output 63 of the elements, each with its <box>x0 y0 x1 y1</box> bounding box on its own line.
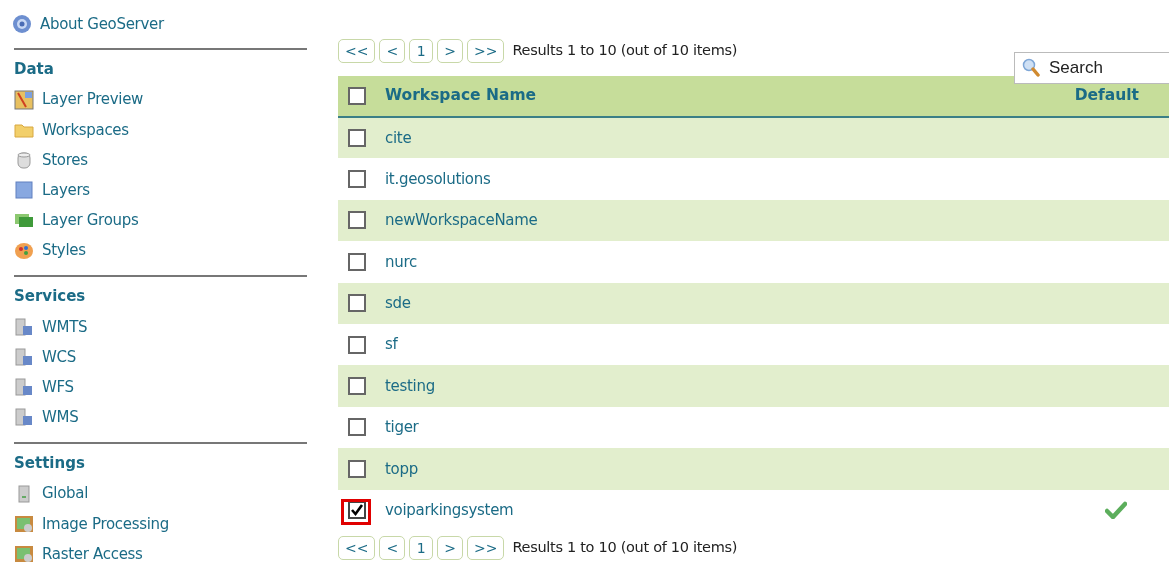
pager-button[interactable]: 1 <box>409 535 434 560</box>
workspace-link[interactable]: nurc <box>385 252 417 271</box>
pager-button[interactable]: << <box>338 535 376 560</box>
workspace-link[interactable]: newWorkspaceName <box>385 211 538 230</box>
checkbox[interactable] <box>348 87 366 105</box>
pager-button[interactable]: > <box>437 535 463 560</box>
search-field[interactable]: Search <box>1014 52 1169 84</box>
section-heading: Data <box>14 60 55 78</box>
help-icon <box>12 14 32 34</box>
image-icon <box>14 513 34 534</box>
pager-button[interactable]: < <box>379 39 406 63</box>
results-summary: Results 1 to 10 (out of 10 items) <box>512 538 738 558</box>
section-heading: Services <box>14 287 87 306</box>
sidebar-link[interactable]: Styles <box>14 236 86 265</box>
workspace-link[interactable]: voiparkingsystem <box>385 500 514 519</box>
sidebar-link[interactable]: Global <box>14 479 89 508</box>
checkbox[interactable] <box>348 129 366 148</box>
workspace-link[interactable]: sf <box>385 335 398 354</box>
workspace-link[interactable]: cite <box>385 128 412 147</box>
database-icon <box>14 150 34 171</box>
checkbox[interactable] <box>348 459 366 478</box>
sidebar-link[interactable]: WFS <box>14 373 74 401</box>
sidebar-link[interactable]: Workspaces <box>14 116 129 144</box>
server-icon <box>14 377 34 398</box>
sidebar-link[interactable]: About GeoServer <box>12 10 164 38</box>
pager-button[interactable]: < <box>379 535 406 560</box>
workspace-link[interactable]: it.geosolutions <box>385 169 491 188</box>
checkbox[interactable] <box>348 377 366 396</box>
layer-icon <box>14 180 34 201</box>
image-icon <box>14 543 34 564</box>
workspace-link[interactable]: testing <box>385 376 435 395</box>
workspace-link[interactable]: topp <box>385 459 418 478</box>
checkbox[interactable] <box>348 211 366 230</box>
workspace-link[interactable]: sde <box>385 294 411 312</box>
checkbox[interactable] <box>348 418 366 437</box>
map-icon <box>14 89 34 110</box>
sidebar-link[interactable]: Layer Preview <box>14 86 144 114</box>
sidebar-link[interactable]: WCS <box>14 343 76 371</box>
server-icon <box>14 407 34 428</box>
workspace-link[interactable]: tiger <box>385 418 419 437</box>
pager-button[interactable]: >> <box>466 39 505 63</box>
column-header: Workspace Name <box>384 76 870 117</box>
sidebar-link[interactable]: Stores <box>14 146 88 174</box>
checkbox[interactable] <box>348 170 366 189</box>
server-icon <box>14 347 34 367</box>
pager-button[interactable]: 1 <box>409 39 434 63</box>
pager-button[interactable]: << <box>338 39 376 63</box>
checkbox[interactable] <box>348 294 366 313</box>
checkbox[interactable] <box>348 252 366 271</box>
pager-button[interactable]: >> <box>466 535 505 560</box>
sidebar-link[interactable]: Image Processing <box>14 510 170 538</box>
server-icon <box>14 316 34 337</box>
sidebar-link[interactable]: Layer Groups <box>14 206 139 235</box>
sidebar-link[interactable]: WMS <box>14 403 79 432</box>
sidebar-link[interactable]: WMTS <box>14 313 88 341</box>
sidebar-link[interactable]: Layers <box>14 176 90 204</box>
palette-icon <box>14 240 34 261</box>
checkbox[interactable] <box>348 335 366 354</box>
sidebar-link[interactable]: Raster Access <box>14 540 143 568</box>
pager-button[interactable]: > <box>437 39 463 63</box>
search-icon <box>1022 58 1040 78</box>
section-heading: Settings <box>14 453 86 472</box>
results-summary: Results 1 to 10 (out of 10 items) <box>512 41 738 61</box>
